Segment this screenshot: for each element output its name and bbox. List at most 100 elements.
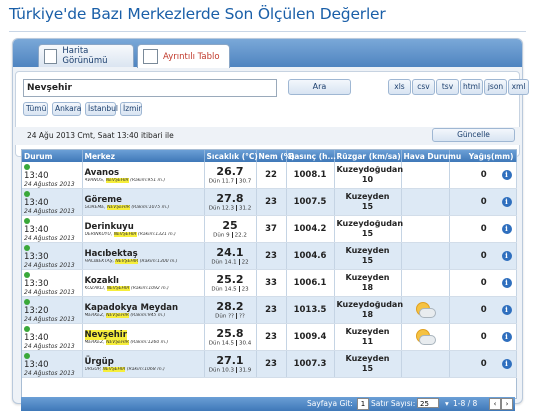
export-xls-button[interactable]: xls bbox=[388, 79, 411, 95]
station-location: MERKEZ, NEVŞEHİR (Rakım:1260 m.) bbox=[84, 339, 169, 345]
tab-detailed-table[interactable]: Ayrıntılı Tablo bbox=[137, 44, 230, 68]
station-name[interactable]: Derinkuyu bbox=[85, 222, 134, 232]
station-name[interactable]: Kozaklı bbox=[85, 276, 119, 286]
info-icon[interactable]: i bbox=[501, 305, 512, 315]
wind-speed: 15 bbox=[361, 256, 374, 265]
temperature-value: 24.1 bbox=[216, 246, 244, 260]
rain-value: 0 bbox=[480, 251, 487, 261]
rain-value: 0 bbox=[480, 278, 487, 288]
table-row[interactable]: 13:40 24 Ağustos 2013 Avanos AVANOS, NEV… bbox=[22, 162, 517, 189]
column-header[interactable]: Rüzgar (km/sa) bbox=[334, 150, 402, 162]
export-json-button[interactable]: json bbox=[484, 79, 507, 95]
weather-cell bbox=[401, 350, 450, 378]
filter-ankara-button[interactable]: Ankara bbox=[52, 102, 81, 116]
column-header[interactable]: Basınç (h... bbox=[286, 150, 336, 162]
time-text: 13:20 bbox=[24, 306, 49, 316]
search-input[interactable]: Nevşehir bbox=[23, 79, 277, 97]
export-xml-button[interactable]: xml bbox=[508, 79, 529, 95]
status-dot-icon bbox=[24, 244, 30, 251]
table-row[interactable]: 13:40 24 Ağustos 2013 Nevşehir MERKEZ, N… bbox=[22, 323, 517, 351]
export-csv-button[interactable]: csv bbox=[412, 79, 435, 95]
wind-direction: Kuzeydoğudan bbox=[336, 300, 404, 309]
table-row[interactable]: 13:40 24 Ağustos 2013 Derinkuyu DERİNKUY… bbox=[22, 215, 517, 243]
temperature-cell: 26.7 Dün 11.7 30.7 bbox=[204, 162, 257, 189]
tab-map-view[interactable]: Harita Görünümü bbox=[38, 44, 134, 67]
info-icon[interactable]: i bbox=[501, 197, 512, 207]
humidity-value: 37 bbox=[256, 215, 287, 243]
station-name[interactable]: Göreme bbox=[85, 195, 122, 205]
page-input[interactable]: 1 bbox=[357, 398, 369, 410]
station-location: DERİNKUYU, NEVŞEHİR (Rakım:1321 m.) bbox=[84, 231, 176, 237]
filter-istanbul-button[interactable]: İstanbul bbox=[85, 102, 118, 116]
export-tsv-button[interactable]: tsv bbox=[436, 79, 459, 95]
status-cell: 13:40 24 Ağustos 2013 bbox=[22, 323, 83, 351]
time-text: 13:40 bbox=[24, 333, 49, 343]
column-header[interactable]: Sıcaklık (°C) bbox=[204, 150, 258, 162]
info-icon[interactable]: i bbox=[501, 332, 512, 342]
info-icon[interactable]: i bbox=[501, 359, 512, 369]
temperature-value: 25.8 bbox=[216, 327, 244, 341]
wind-direction: Kuzeydoğudan bbox=[336, 165, 404, 174]
table-row[interactable]: 13:40 24 Ağustos 2013 Göreme GÖREME, NEV… bbox=[22, 188, 517, 216]
wind-speed: 15 bbox=[361, 229, 374, 238]
wind-cell: Kuzeyden 18 bbox=[334, 269, 402, 297]
page-title: Türkiye'de Bazı Merkezlerde Son Ölçülen … bbox=[9, 5, 386, 23]
humidity-value: 23 bbox=[256, 242, 287, 270]
export-html-button[interactable]: html bbox=[460, 79, 483, 95]
temperature-range: Dün 12.3 31.2 bbox=[208, 205, 252, 212]
temperature-value: 25 bbox=[222, 219, 238, 233]
status-cell: 13:30 24 Ağustos 2013 bbox=[22, 242, 83, 270]
temperature-range: Dün 14.1 22 bbox=[211, 259, 249, 266]
column-header[interactable]: Durum bbox=[22, 150, 83, 162]
humidity-value: 23 bbox=[256, 188, 287, 216]
prev-page-button[interactable]: ‹ bbox=[489, 398, 501, 410]
humidity-value: 23 bbox=[256, 350, 287, 378]
rain-cell: 0 i bbox=[449, 296, 517, 324]
wind-speed: 15 bbox=[361, 202, 374, 211]
station-name[interactable]: Avanos bbox=[85, 168, 120, 178]
temperature-value: 26.7 bbox=[216, 165, 244, 179]
chevron-down-icon[interactable]: ▾ bbox=[445, 399, 449, 408]
info-icon[interactable]: i bbox=[501, 224, 512, 234]
rain-value: 0 bbox=[480, 359, 487, 369]
next-page-button[interactable]: › bbox=[501, 398, 513, 410]
table-row[interactable]: 13:30 24 Ağustos 2013 Hacıbektaş HACIBEK… bbox=[22, 242, 517, 270]
rain-value: 0 bbox=[480, 224, 487, 234]
wind-cell: Kuzeyden 15 bbox=[334, 188, 402, 216]
refresh-button[interactable]: Güncelle bbox=[432, 128, 515, 142]
table-icon bbox=[143, 49, 158, 64]
station-name[interactable]: Kapadokya Meydan bbox=[85, 303, 179, 313]
column-header[interactable]: Hava Durumu bbox=[401, 150, 461, 162]
temperature-cell: 24.1 Dün 14.1 22 bbox=[204, 242, 257, 270]
table-row[interactable]: 13:30 24 Ağustos 2013 Kozaklı KOZAKLI, N… bbox=[22, 269, 517, 297]
column-header[interactable]: Nem (%) bbox=[256, 150, 295, 162]
weather-cell bbox=[401, 188, 450, 216]
station-location: GÖREME, NEVŞEHİR (Rakım:1075 m.) bbox=[84, 204, 170, 210]
pager-bar: Sayfaya Git: 1 Satır Sayısı: 25 ▾ 1-8 / … bbox=[21, 397, 515, 411]
rows-select[interactable]: 25 bbox=[417, 398, 439, 408]
tab-label: Ayrıntılı Tablo bbox=[163, 51, 220, 62]
station-name[interactable]: Hacıbektaş bbox=[85, 249, 138, 259]
status-dot-icon bbox=[24, 190, 30, 197]
status-dot-icon bbox=[24, 298, 30, 305]
info-bar: 24 Ağu 2013 Cmt, Saat 13:40 itibari ile … bbox=[15, 127, 520, 145]
station-location: ÜRGÜP, NEVŞEHİR (Rakım:1068 m.) bbox=[84, 366, 165, 372]
filter-all-button[interactable]: Tümü bbox=[23, 102, 48, 116]
station-name[interactable]: Nevşehir bbox=[84, 329, 127, 340]
search-button[interactable]: Ara bbox=[288, 79, 351, 95]
table-row[interactable]: 13:20 24 Ağustos 2013 Kapadokya Meydan M… bbox=[22, 296, 517, 324]
range-text: 1-8 / 8 bbox=[453, 399, 478, 408]
temperature-range: Dün 14.5 30.4 bbox=[208, 340, 252, 347]
time-text: 13:30 bbox=[24, 279, 49, 289]
info-icon[interactable]: i bbox=[501, 278, 512, 288]
rain-cell: 0 i bbox=[449, 323, 517, 351]
temperature-value: 27.8 bbox=[216, 192, 244, 206]
column-header[interactable]: Merkez bbox=[82, 150, 205, 162]
wind-cell: Kuzeyden 11 bbox=[334, 323, 402, 351]
station-name[interactable]: Ürgüp bbox=[85, 357, 114, 367]
table-row[interactable]: 13:40 24 Ağustos 2013 Ürgüp ÜRGÜP, NEVŞE… bbox=[22, 350, 517, 378]
info-icon[interactable]: i bbox=[501, 170, 512, 180]
wind-cell: Kuzeydoğudan 10 bbox=[334, 162, 404, 189]
info-icon[interactable]: i bbox=[501, 251, 512, 261]
filter-izmir-button[interactable]: İzmir bbox=[120, 102, 142, 116]
